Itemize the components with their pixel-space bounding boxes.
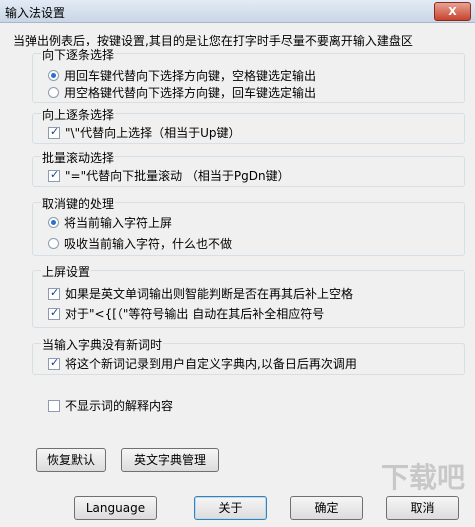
group-down-title: 向下逐条选择 — [41, 46, 116, 63]
settings-window: 输入法设置 X 当弹出例表后，按键设置,其目的是让您在打字时手尽量不要离开输入建… — [0, 0, 475, 527]
checkbox-record-word[interactable] — [48, 356, 60, 370]
checkbox-up[interactable] — [48, 125, 60, 139]
cancel-button[interactable]: 取消 — [386, 496, 459, 520]
cancel-option-commit[interactable]: 将当前输入字符上屏 — [48, 214, 172, 231]
watermark-logo: 下载吧 — [380, 461, 465, 494]
screen-option-space[interactable]: 如果是英文单词输出则智能判断是否在再其后补上空格 — [48, 285, 353, 302]
cancel-option-absorb[interactable]: 吸收当前输入字符，什么也不做 — [48, 235, 232, 252]
no-explain-option[interactable]: 不显示词的解释内容 — [48, 397, 173, 414]
screen-option-space-label: 如果是英文单词输出则智能判断是否在再其后补上空格 — [65, 287, 354, 301]
down-option-enter-label: 用回车键代替向下选择方向键，空格键选定输出 — [64, 69, 317, 83]
down-option-space[interactable]: 用空格键代替向下选择方向键，回车键选定输出 — [48, 84, 316, 101]
group-up-title: 向上逐条选择 — [41, 106, 116, 123]
english-dict-manage-button[interactable]: 英文字典管理 — [121, 448, 219, 472]
cancel-option-absorb-label: 吸收当前输入字符，什么也不做 — [64, 237, 233, 251]
cancel-option-commit-label: 将当前输入字符上屏 — [64, 216, 173, 230]
up-option[interactable]: "\"代替向上选择（相当于Up键） — [48, 124, 240, 141]
nodict-option-label: 将这个新词记录到用户自定义字典内,以备日后再次调用 — [65, 357, 357, 371]
title-bar: 输入法设置 X — [0, 0, 475, 23]
language-button[interactable]: Language — [74, 496, 157, 520]
radio-space[interactable] — [48, 87, 59, 98]
group-batch-title: 批量滚动选择 — [41, 149, 116, 166]
checkbox-auto-pair[interactable] — [48, 306, 60, 320]
about-button[interactable]: 关于 — [194, 496, 267, 520]
down-option-enter[interactable]: 用回车键代替向下选择方向键，空格键选定输出 — [48, 67, 316, 84]
group-screen-title: 上屏设置 — [41, 263, 92, 280]
close-icon: X — [448, 5, 457, 18]
radio-absorb[interactable] — [48, 238, 59, 249]
up-option-label: "\"代替向上选择（相当于Up键） — [65, 126, 241, 140]
group-cancel-title: 取消键的处理 — [41, 195, 116, 212]
batch-option[interactable]: "="代替向下批量滚动 （相当于PgDn键） — [48, 167, 290, 184]
checkbox-smart-space[interactable] — [48, 286, 60, 300]
window-title: 输入法设置 — [5, 6, 66, 20]
restore-default-button[interactable]: 恢复默认 — [36, 448, 106, 472]
down-option-space-label: 用空格键代替向下选择方向键，回车键选定输出 — [64, 86, 317, 100]
checkbox-batch[interactable] — [48, 168, 60, 182]
radio-enter[interactable] — [48, 70, 59, 81]
group-nodict-title: 当输入字典没有新词时 — [41, 336, 164, 353]
nodict-option[interactable]: 将这个新词记录到用户自定义字典内,以备日后再次调用 — [48, 355, 357, 372]
close-button[interactable]: X — [434, 2, 471, 21]
ok-button[interactable]: 确定 — [290, 496, 363, 520]
screen-option-pair-label: 对于"<{[（"等符号输出 自动在其后补全相应符号 — [65, 307, 325, 321]
checkbox-no-explain[interactable] — [48, 399, 60, 412]
no-explain-label: 不显示词的解释内容 — [65, 399, 174, 413]
radio-commit[interactable] — [48, 217, 59, 228]
batch-option-label: "="代替向下批量滚动 （相当于PgDn键） — [65, 169, 290, 183]
screen-option-pair[interactable]: 对于"<{[（"等符号输出 自动在其后补全相应符号 — [48, 305, 324, 322]
